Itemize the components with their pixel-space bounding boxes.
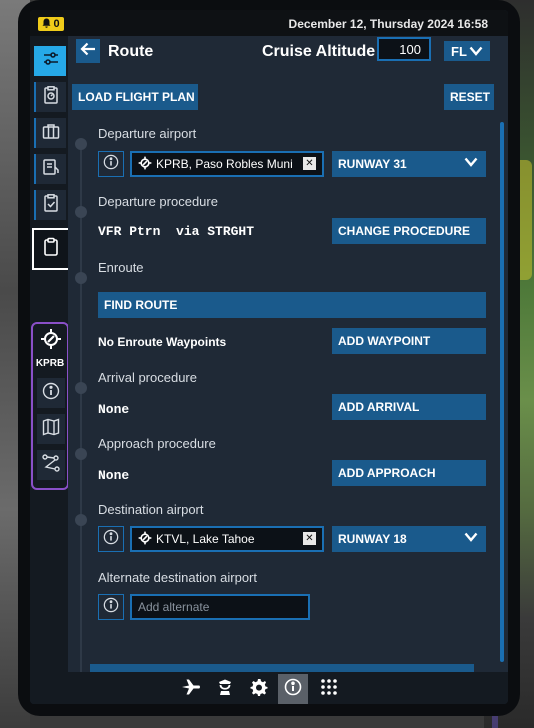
destination-airport-field[interactable]: KTVL, Lake Tahoe ✕: [130, 526, 324, 552]
sidebar-item-flight-plan[interactable]: [32, 228, 70, 270]
destination-runway-dropdown[interactable]: RUNWAY 18: [332, 526, 486, 552]
departure-procedure-label: Departure procedure: [98, 194, 218, 209]
alternate-info-button[interactable]: [98, 594, 124, 620]
info-icon: [103, 154, 119, 175]
destination-runway-value: RUNWAY 18: [338, 532, 407, 546]
sidebar-item-route-map[interactable]: [37, 450, 65, 480]
reset-button[interactable]: RESET: [444, 84, 494, 110]
route-header: Route Cruise Altitude FL: [68, 36, 508, 76]
info-button[interactable]: [278, 674, 308, 704]
timeline-dot: [75, 138, 87, 150]
enroute-label: Enroute: [98, 260, 144, 275]
info-icon: [103, 597, 119, 618]
chevron-down-icon: [464, 156, 478, 170]
arrival-procedure-label: Arrival procedure: [98, 370, 197, 385]
cruise-altitude-label: Cruise Altitude: [262, 43, 376, 60]
alternate-airport-label: Alternate destination airport: [98, 570, 257, 585]
approach-procedure-label: Approach procedure: [98, 436, 216, 451]
alternate-airport-input[interactable]: Add alternate: [130, 594, 310, 620]
settings-button[interactable]: [244, 674, 274, 704]
sidebar-item-payload[interactable]: [34, 118, 66, 148]
airport-group: KPRB: [31, 322, 69, 490]
sidebar-item-airport-info[interactable]: [37, 378, 65, 408]
page-title: Route: [108, 43, 154, 60]
route-content: LOAD FLIGHT PLAN RESET Departure airport: [68, 76, 508, 672]
grid-dots-icon: [320, 678, 338, 701]
map-icon: [42, 418, 60, 441]
change-procedure-button[interactable]: CHANGE PROCEDURE: [332, 218, 486, 244]
bottom-toolbar: [30, 672, 508, 704]
tablet-frame: 0 December 12, Thursday 2024 16:58 KPRB …: [18, 0, 520, 716]
sidebar: KPRB: [30, 36, 70, 704]
sidebar-item-map[interactable]: [37, 414, 65, 444]
destination-info-button[interactable]: [98, 526, 124, 552]
chevron-down-icon: [469, 44, 483, 59]
cruise-altitude-input[interactable]: [377, 37, 431, 61]
timeline-dot: [75, 514, 87, 526]
info-icon: [42, 382, 60, 405]
sidebar-item-weight[interactable]: [34, 82, 66, 112]
enroute-waypoints-value: No Enroute Waypoints: [98, 335, 227, 349]
sliders-icon: [42, 50, 60, 73]
departure-runway-dropdown[interactable]: RUNWAY 31: [332, 151, 486, 177]
departure-info-button[interactable]: [98, 151, 124, 177]
load-flight-plan-button[interactable]: LOAD FLIGHT PLAN: [72, 84, 198, 110]
gear-icon: [250, 678, 268, 701]
clear-departure-button[interactable]: ✕: [303, 157, 316, 170]
add-arrival-button[interactable]: ADD ARRIVAL: [332, 394, 486, 420]
clear-destination-button[interactable]: ✕: [303, 532, 316, 545]
clipboard-icon: [43, 237, 59, 262]
route-nodes-icon: [42, 453, 60, 477]
airport-icon: [138, 156, 152, 173]
pilot-icon: [217, 678, 233, 701]
clipboard-check-icon: [43, 193, 59, 217]
altitude-unit-label: FL: [451, 43, 467, 59]
airport-icon: [40, 328, 62, 355]
sidebar-item-checklist[interactable]: [34, 190, 66, 220]
notification-badge[interactable]: 0: [38, 17, 64, 31]
fuel-sheet-icon: [42, 158, 60, 181]
status-bar: 0 December 12, Thursday 2024 16:58: [30, 10, 508, 36]
datetime: December 12, Thursday 2024 16:58: [288, 17, 488, 31]
airport-code: KPRB: [35, 358, 65, 369]
arrow-left-icon: [80, 42, 96, 61]
timeline-dot: [75, 272, 87, 284]
departure-procedure-value: VFR Ptrn via STRGHT: [98, 224, 255, 239]
find-route-button[interactable]: FIND ROUTE: [98, 292, 486, 318]
chevron-down-icon: [464, 531, 478, 545]
timeline-dot: [75, 448, 87, 460]
altitude-unit-dropdown[interactable]: FL: [444, 41, 490, 61]
info-icon: [103, 529, 119, 550]
bell-icon: [42, 18, 51, 31]
timeline-dot: [75, 206, 87, 218]
apps-button[interactable]: [314, 674, 344, 704]
departure-airport-field[interactable]: KPRB, Paso Robles Muni ✕: [130, 151, 324, 177]
sidebar-item-airport[interactable]: [37, 326, 65, 356]
airplane-icon: [181, 678, 201, 701]
clipboard-scale-icon: [43, 85, 59, 109]
destination-airport-value: KTVL, Lake Tahoe: [156, 532, 255, 546]
briefcase-icon: [42, 123, 60, 144]
sidebar-item-settings[interactable]: [34, 46, 66, 76]
info-icon: [284, 678, 302, 701]
timeline-dot: [75, 382, 87, 394]
scrollbar[interactable]: [500, 122, 504, 662]
add-waypoint-button[interactable]: ADD WAYPOINT: [332, 328, 486, 354]
file-plan-button[interactable]: FILE PLAN WITH ATC: [90, 664, 474, 672]
destination-airport-label: Destination airport: [98, 502, 204, 517]
pilot-button[interactable]: [210, 674, 240, 704]
notification-count: 0: [53, 18, 60, 30]
add-approach-button[interactable]: ADD APPROACH: [332, 460, 486, 486]
aircraft-button[interactable]: [176, 674, 206, 704]
tablet-screen: 0 December 12, Thursday 2024 16:58 KPRB …: [30, 10, 508, 704]
sidebar-item-fuel[interactable]: [34, 154, 66, 184]
approach-procedure-value: None: [98, 468, 130, 483]
departure-airport-label: Departure airport: [98, 126, 197, 141]
departure-runway-value: RUNWAY 31: [338, 157, 407, 171]
back-button[interactable]: [76, 39, 100, 63]
route-timeline: [80, 140, 82, 672]
departure-airport-value: KPRB, Paso Robles Muni: [156, 157, 293, 171]
arrival-procedure-value: None: [98, 402, 130, 417]
airport-icon: [138, 531, 152, 548]
